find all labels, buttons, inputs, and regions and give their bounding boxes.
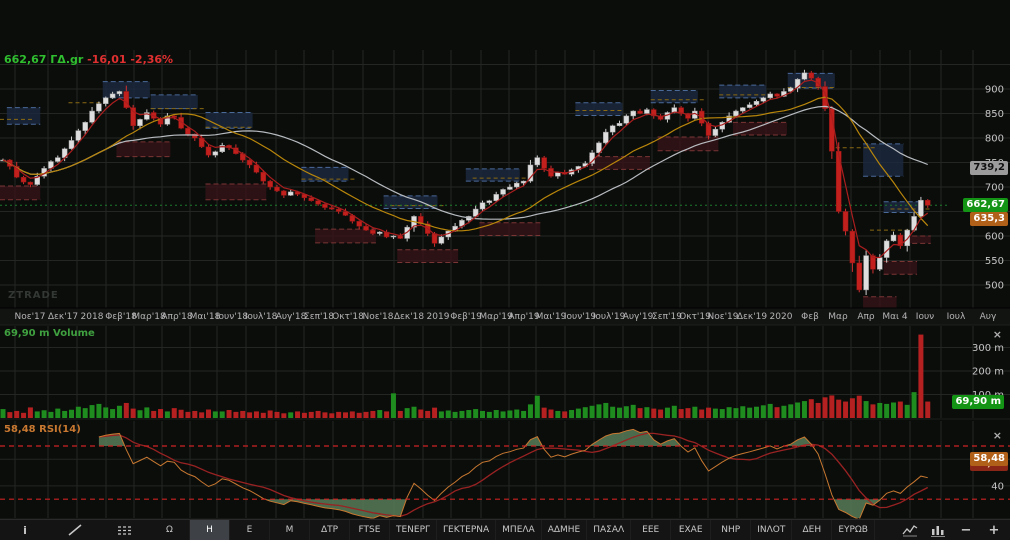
rsi-panel-close-button[interactable]: × (993, 429, 1002, 442)
volume-name: Volume (53, 328, 95, 339)
svg-text:200 m: 200 m (972, 367, 1004, 378)
indicator-list-icon[interactable] (100, 520, 150, 540)
toolbar-item-ΕΥΡΩΒ[interactable]: ΕΥΡΩΒ (832, 520, 875, 540)
price-change-pct: -2,36% (130, 53, 173, 66)
svg-text:500: 500 (985, 281, 1004, 292)
svg-text:Νοε'17: Νοε'17 (14, 312, 45, 322)
svg-text:900: 900 (985, 85, 1004, 96)
price-chart[interactable]: Νοε'17Δεκ'172018Φεβ'18Μαρ'18Απρ'18Μαι'18… (0, 0, 1010, 540)
svg-text:850: 850 (985, 109, 1004, 120)
svg-text:2019: 2019 (427, 312, 450, 322)
svg-text:Ιουλ'18: Ιουλ'18 (245, 312, 278, 322)
price-change: -16,01 (87, 53, 126, 66)
toolbar-item-FTSE[interactable]: FTSE (350, 520, 390, 540)
svg-text:Αυγ'19: Αυγ'19 (623, 312, 654, 322)
toolbar-item-Η[interactable]: Η (190, 520, 230, 540)
svg-text:i: i (23, 524, 27, 537)
last-price-badge: 662,67 (963, 198, 1008, 212)
toolbar-item-Ω[interactable]: Ω (150, 520, 190, 540)
svg-text:Μαρ: Μαρ (828, 312, 848, 322)
volume-value: 69,90 m (4, 328, 50, 339)
volume-panel-label: 69,90 m Volume (4, 328, 95, 339)
toolbar-items: ΩΗΕΜΔΤΡFTSEΤΕΝΕΡΓΓΕΚΤΕΡΝΑΜΠΕΛΑΑΔΜΗΕΠΑΣΑΛ… (150, 520, 875, 540)
svg-text:Δεκ'17: Δεκ'17 (48, 312, 78, 322)
toolbar-item-ΓΕΚΤΕΡΝΑ[interactable]: ΓΕΚΤΕΡΝΑ (437, 520, 496, 540)
svg-text:Αυγ: Αυγ (980, 312, 997, 322)
toolbar-item-Ε[interactable]: Ε (230, 520, 270, 540)
toolbar-right: − + (898, 520, 1006, 540)
svg-text:Νοε'18: Νοε'18 (362, 312, 393, 322)
svg-text:Μαι 4: Μαι 4 (882, 312, 908, 322)
info-icon[interactable]: i (0, 520, 50, 540)
trading-terminal: Νοε'17Δεκ'172018Φεβ'18Μαρ'18Απρ'18Μαι'18… (0, 0, 1010, 540)
svg-text:600: 600 (985, 232, 1004, 243)
svg-text:Απρ: Απρ (857, 312, 875, 322)
svg-text:Ιουλ: Ιουλ (947, 312, 966, 322)
broker-watermark: ZTRADE (8, 290, 59, 301)
toolbar-item-ΝΗΡ[interactable]: ΝΗΡ (711, 520, 751, 540)
symbol-label: ΓΔ.gr (50, 53, 83, 66)
svg-text:Αυγ'18: Αυγ'18 (276, 312, 307, 322)
svg-text:Φεβ'19: Φεβ'19 (450, 312, 482, 322)
svg-text:300 m: 300 m (972, 343, 1004, 354)
svg-text:800: 800 (985, 134, 1004, 145)
svg-text:Ιουν: Ιουν (916, 312, 934, 322)
ma-white-value-badge: 739,2 (970, 161, 1008, 175)
toolbar-item-ΔΕΗ[interactable]: ΔΕΗ (792, 520, 832, 540)
svg-text:Μαι'19: Μαι'19 (536, 312, 567, 322)
volume-value-badge: 69,90 m (952, 395, 1004, 409)
rsi-panel-label: 58,48 RSI(14) (4, 424, 81, 435)
toolbar-item-ΕΧΑΕ[interactable]: ΕΧΑΕ (671, 520, 711, 540)
toolbar-item-Μ[interactable]: Μ (270, 520, 310, 540)
last-price: 662,67 (4, 53, 46, 66)
svg-text:Δεκ'19: Δεκ'19 (737, 312, 768, 322)
svg-text:2020: 2020 (770, 312, 793, 322)
ma-orange-value-badge: 635,3 (970, 212, 1008, 226)
toolbar-item-ΠΑΣΑΛ[interactable]: ΠΑΣΑΛ (587, 520, 631, 540)
svg-text:Φεβ: Φεβ (801, 312, 819, 322)
svg-text:Οκτ'18: Οκτ'18 (332, 312, 364, 322)
toolbar-item-ΔΤΡ[interactable]: ΔΤΡ (310, 520, 350, 540)
line-chart-icon[interactable] (898, 520, 922, 540)
svg-text:700: 700 (985, 183, 1004, 194)
svg-text:550: 550 (985, 256, 1004, 267)
rsi-value-badge: 58,48 (970, 452, 1008, 466)
svg-text:Δεκ'18: Δεκ'18 (394, 312, 425, 322)
bar-chart-icon[interactable] (926, 520, 950, 540)
zoom-out-icon[interactable]: − (954, 520, 978, 540)
svg-text:40: 40 (991, 481, 1004, 492)
toolbar-item-ΕΕΕ[interactable]: ΕΕΕ (631, 520, 671, 540)
svg-text:Σεπ'19: Σεπ'19 (652, 312, 682, 322)
quote-header: 662,67 ΓΔ.gr -16,01 -2,36% (4, 53, 173, 66)
svg-text:Ιουν'19: Ιουν'19 (564, 312, 597, 322)
toolbar-item-ΜΠΕΛΑ[interactable]: ΜΠΕΛΑ (496, 520, 542, 540)
draw-line-icon[interactable] (50, 520, 100, 540)
svg-text:Οκτ'19: Οκτ'19 (679, 312, 711, 322)
volume-panel-close-button[interactable]: × (993, 328, 1002, 341)
zoom-in-icon[interactable]: + (982, 520, 1006, 540)
svg-text:Νοε'19: Νοε'19 (707, 312, 738, 322)
svg-text:Σεπ'18: Σεπ'18 (304, 312, 334, 322)
svg-text:2018: 2018 (81, 312, 104, 322)
svg-text:Ιουν'18: Ιουν'18 (216, 312, 249, 322)
svg-text:Απρ'18: Απρ'18 (161, 312, 192, 322)
toolbar-item-ΤΕΝΕΡΓ[interactable]: ΤΕΝΕΡΓ (390, 520, 437, 540)
svg-text:Ιουλ'19: Ιουλ'19 (593, 312, 626, 322)
toolbar-item-ΙΝΛΟΤ[interactable]: ΙΝΛΟΤ (751, 520, 792, 540)
toolbar-item-ΑΔΜΗΕ[interactable]: ΑΔΜΗΕ (542, 520, 588, 540)
bottom-toolbar: i ΩΗΕΜΔΤΡFTSEΤΕΝΕΡΓΓΕΚΤΕΡΝΑΜΠΕΛΑΑΔΜΗΕΠΑΣ… (0, 519, 1010, 540)
